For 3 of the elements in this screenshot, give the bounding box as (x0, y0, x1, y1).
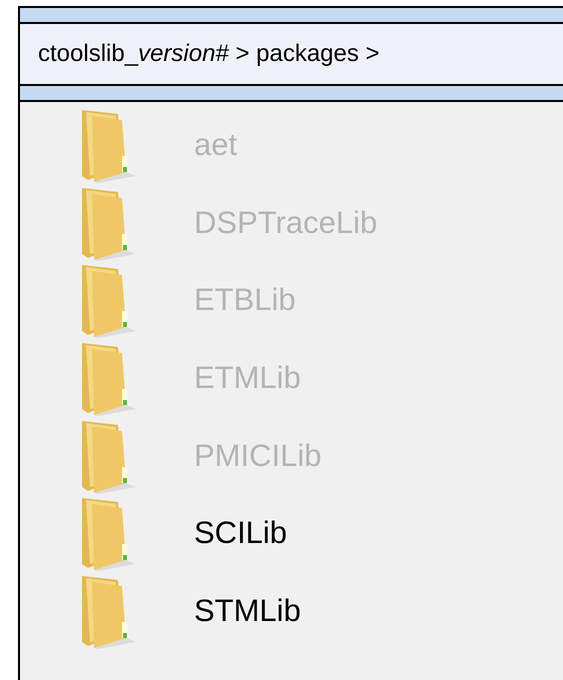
folder-name[interactable]: SCILib (194, 515, 288, 552)
breadcrumb-path: ctoolslib_version# > packages > (38, 40, 380, 68)
folder-name[interactable]: STMLib (194, 592, 301, 629)
